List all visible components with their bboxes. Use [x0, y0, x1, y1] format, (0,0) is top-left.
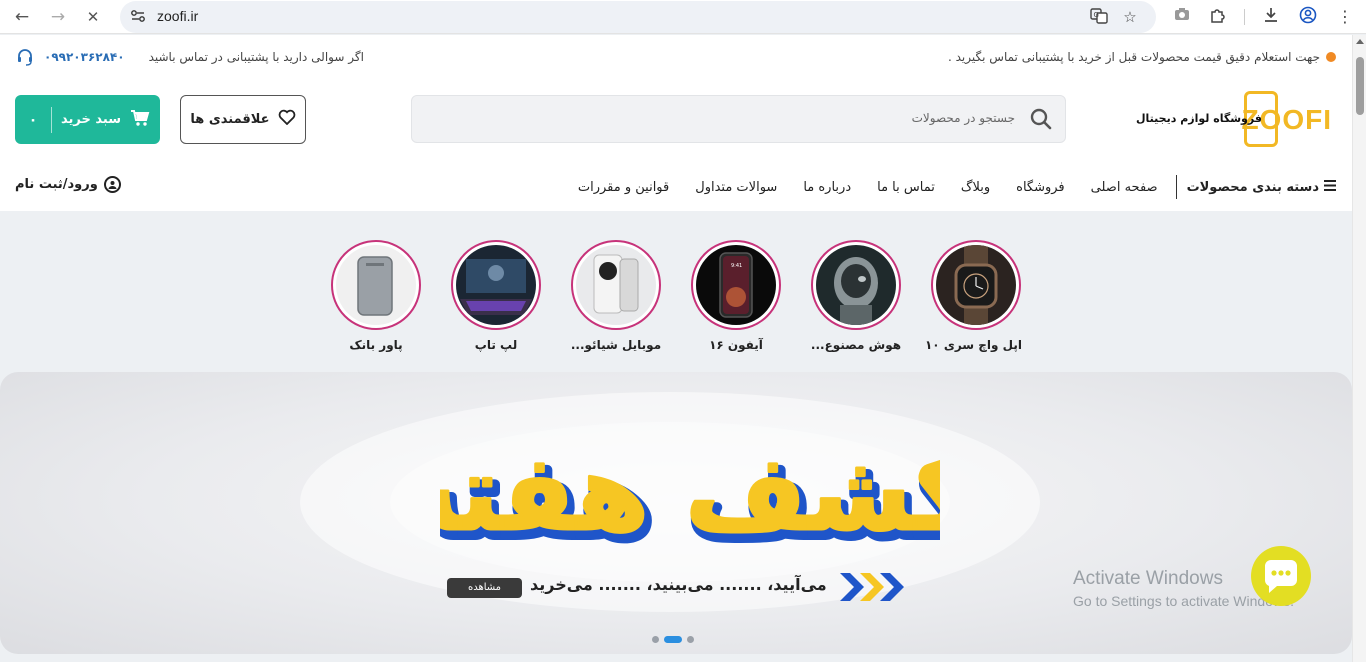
story-item[interactable]: هوش مصنوع...: [810, 240, 902, 352]
story-item[interactable]: پاور بانک: [330, 240, 422, 352]
ai-robot-image: [816, 245, 896, 325]
scroll-up-arrow-icon[interactable]: [1356, 39, 1364, 44]
banner-title-artwork: کشف هفته کشف هفته: [440, 431, 940, 566]
story-item[interactable]: موبایل شیائو...: [570, 240, 662, 352]
login-label: ورود/ثبت نام: [15, 177, 98, 192]
headset-icon: [16, 48, 34, 66]
slider-dot-active[interactable]: [664, 636, 682, 643]
chat-button[interactable]: [1251, 546, 1311, 606]
story-strip: اپل واچ سری ۱۰ هوش مصنوع... 9:41 آیفون ۱…: [330, 240, 1022, 360]
nav-faq[interactable]: سوالات متداول: [695, 180, 777, 195]
wishlist-label: علاقمندی ها: [190, 112, 270, 127]
logo-tagline: فروشگاه لوازم دیجیتال: [1136, 112, 1262, 125]
search-input[interactable]: جستجو در محصولات: [912, 111, 1015, 125]
heart-icon: [278, 109, 296, 130]
cart-count: ۰: [28, 111, 38, 128]
nav-contact[interactable]: تماس با ما: [877, 180, 935, 195]
story-label: هوش مصنوع...: [810, 338, 902, 352]
download-icon[interactable]: [1260, 6, 1282, 28]
chevrons-icon: [840, 573, 904, 601]
power-bank-image: [336, 245, 416, 325]
page-scrollbar[interactable]: [1352, 35, 1366, 662]
story-label: پاور بانک: [349, 338, 403, 352]
camera-icon[interactable]: [1171, 6, 1193, 28]
browser-toolbar: ← → ✕ zoofi.ir G ☆ ⋮: [0, 0, 1366, 34]
story-label: موبایل شیائو...: [570, 338, 662, 352]
xiaomi-phone-image: [576, 245, 656, 325]
laptop-image: [456, 245, 536, 325]
toolbar-divider: [1244, 9, 1245, 25]
chat-bubble-icon: [1264, 560, 1297, 593]
view-button[interactable]: مشاهده: [447, 578, 522, 598]
nav-home[interactable]: صفحه اصلی: [1091, 180, 1158, 195]
slider-dot[interactable]: [687, 636, 694, 643]
site-header: جهت استعلام دقیق قیمت محصولات قبل از خری…: [0, 35, 1352, 211]
extensions-icon[interactable]: [1207, 6, 1229, 28]
page-viewport: جهت استعلام دقیق قیمت محصولات قبل از خری…: [0, 35, 1352, 662]
wishlist-button[interactable]: علاقمندی ها: [180, 95, 306, 144]
apple-watch-image: [936, 245, 1016, 325]
story-item[interactable]: لپ تاپ: [450, 240, 542, 352]
slider-dot[interactable]: [652, 636, 659, 643]
banner-tagline: می‌آیید، ....... می‌بینید، ....... می‌خر…: [530, 575, 827, 594]
nav-about[interactable]: درباره ما: [803, 180, 851, 195]
categories-menu[interactable]: دسته بندی محصولات: [1177, 179, 1336, 195]
nav-divider: [1175, 175, 1177, 199]
slider-dots: [652, 636, 694, 643]
story-label: لپ تاپ: [474, 338, 518, 352]
story-label: اپل واچ سری ۱۰: [924, 338, 1022, 352]
story-label: آیفون ۱۶: [709, 338, 763, 352]
story-ring: [331, 240, 421, 330]
notice-text: جهت استعلام دقیق قیمت محصولات قبل از خری…: [948, 50, 1320, 64]
support-phone-link[interactable]: ۰۹۹۲۰۳۶۲۸۴۰: [44, 50, 125, 64]
site-logo[interactable]: ZOOFI فروشگاه لوازم دیجیتال: [1136, 90, 1332, 150]
story-ring: [811, 240, 901, 330]
menu-kebab-icon[interactable]: ⋮: [1334, 6, 1356, 28]
profile-icon[interactable]: [1297, 6, 1319, 28]
banner-title: کشف هفته: [440, 432, 940, 554]
main-navigation: دسته بندی محصولات صفحه اصلی فروشگاه وبلا…: [578, 175, 1336, 199]
login-link[interactable]: ورود/ثبت نام: [15, 176, 121, 193]
cart-icon: [130, 109, 150, 131]
address-bar[interactable]: zoofi.ir G ☆: [120, 1, 1156, 33]
svg-text:9:41: 9:41: [731, 263, 742, 269]
story-ring: [571, 240, 661, 330]
forward-icon[interactable]: →: [46, 5, 70, 29]
cart-button[interactable]: ۰ سبد خرید: [15, 95, 160, 144]
hamburger-icon: [1324, 179, 1336, 195]
story-item[interactable]: اپل واچ سری ۱۰: [924, 240, 1022, 352]
scrollbar-thumb[interactable]: [1356, 57, 1364, 115]
iphone-image: 9:41: [696, 245, 776, 325]
translate-icon[interactable]: G: [1089, 7, 1109, 27]
stop-icon[interactable]: ✕: [81, 5, 105, 29]
nav-terms[interactable]: قوانین و مقررات: [578, 180, 669, 195]
site-info-icon[interactable]: [130, 8, 146, 24]
nav-blog[interactable]: وبلاگ: [961, 180, 990, 195]
topbar-support: ۰۹۹۲۰۳۶۲۸۴۰ اگر سوالی دارید با پشتیبانی …: [16, 48, 364, 66]
back-icon[interactable]: ←: [10, 5, 34, 29]
hero-banner[interactable]: کشف هفته کشف هفته می‌آیید، ....... می‌بی…: [0, 372, 1352, 654]
story-ring: [451, 240, 541, 330]
search-box[interactable]: جستجو در محصولات: [411, 95, 1066, 143]
cart-label: سبد خرید: [61, 112, 121, 127]
story-ring: [931, 240, 1021, 330]
story-ring: 9:41: [691, 240, 781, 330]
svg-text:G: G: [1094, 11, 1099, 19]
topbar-notice: جهت استعلام دقیق قیمت محصولات قبل از خری…: [948, 50, 1336, 64]
notice-dot-icon: [1326, 52, 1336, 62]
categories-label: دسته بندی محصولات: [1186, 179, 1319, 195]
bookmark-star-icon[interactable]: ☆: [1120, 7, 1140, 27]
nav-shop[interactable]: فروشگاه: [1016, 180, 1065, 195]
user-icon: [103, 176, 121, 193]
search-icon[interactable]: [1029, 107, 1053, 131]
support-text: اگر سوالی دارید با پشتیبانی در تماس باشی…: [148, 50, 364, 64]
story-item[interactable]: 9:41 آیفون ۱۶: [690, 240, 782, 352]
url-text[interactable]: zoofi.ir: [157, 8, 198, 24]
